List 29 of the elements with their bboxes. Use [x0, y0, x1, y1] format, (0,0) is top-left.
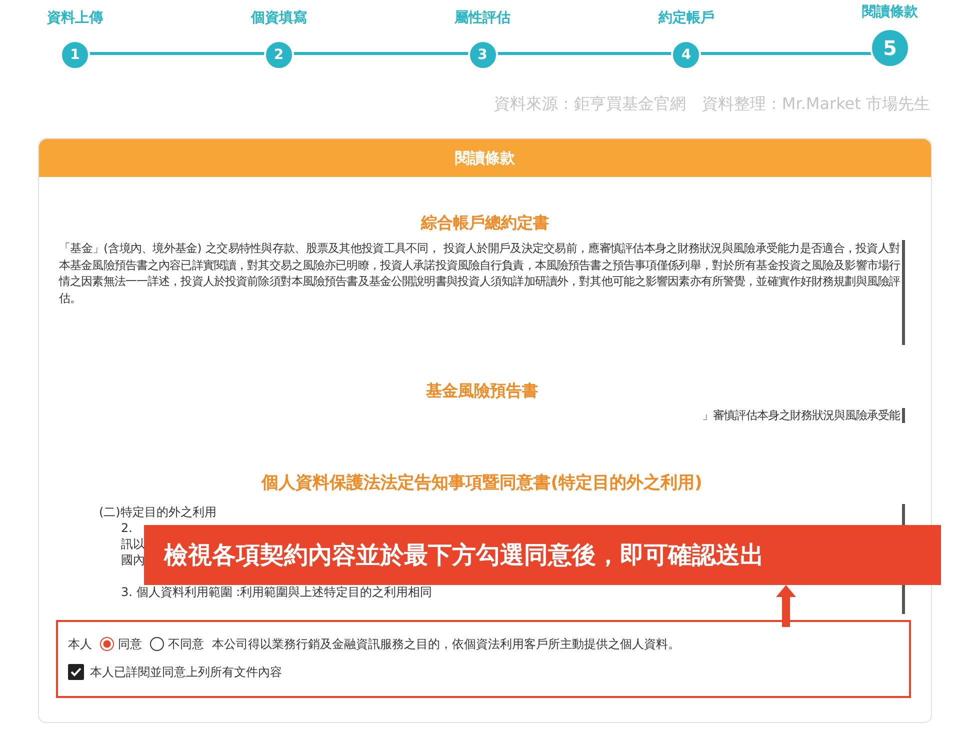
step-number: 5: [870, 28, 910, 68]
step-number: 3: [468, 40, 498, 70]
step-label: 個資填寫: [250, 8, 307, 28]
step-label: 約定帳戶: [658, 8, 714, 28]
terms-line: 國內: [121, 552, 145, 568]
step-number: 2: [264, 40, 294, 70]
radio-option[interactable]: 同意: [100, 636, 142, 652]
consent-prefix: 本人: [68, 636, 92, 652]
step-label: 資料上傳: [47, 9, 103, 28]
terms-line: 2.: [121, 520, 132, 536]
card-header: 閱讀條款: [39, 139, 931, 177]
step-label: 閱讀條款: [862, 3, 918, 22]
step-number: 1: [60, 40, 90, 70]
section-title: 基金風險預告書: [425, 381, 539, 402]
consent-statement: 本公司得以業務行銷及金融資訊服務之目的，依個資法利用客戶所主動提供之個人資料。: [212, 636, 680, 652]
terms-paragraph: 「基金」(含境內、境外基金) 之交易特性與存款、股票及其他投資工具不同， 投資人於開戶及決定交易前，應審慎評估本身之財務狀況與風險承受能力是否適合，投資人對本基金風險預告書之內容已詳實閱讀，對其交易之風險亦已明瞭，投資人承諾投資風險自行負責，本風險預告書之預告事項僅係列舉，對於所有基金投資之風險及影響市場行情之因素無法一一詳述，投資人於投資前除須對本風險預告書及基金公開說明書與投資人須知詳加研讀外，對其他可能之影響因素亦有所警覺，並確實作好財務規劃與風險評估。: [59, 240, 900, 306]
section-title: 綜合帳戶總約定書: [420, 213, 550, 234]
source-note: 資料來源：鉅亨買基金官網 資料整理：Mr.Market 市場先生: [492, 93, 931, 115]
callout-banner: 檢視各項契約內容並於最下方勾選同意後，即可確認送出: [144, 525, 941, 585]
checkbox-icon[interactable]: [68, 664, 84, 680]
radio-option[interactable]: 不同意: [150, 636, 204, 652]
cut-text-line: 」審慎評估本身之財務狀況與風險承受能: [59, 408, 905, 423]
terms-line: 3. 個人資料利用範圍 :利用範圍與上述特定目的之利用相同: [121, 584, 432, 600]
step-label: 屬性評估: [454, 9, 510, 28]
step-number: 4: [671, 40, 702, 70]
section-title: 個人資料保護法法定告知事項暨同意書(特定目的外之利用): [260, 472, 704, 494]
terms-line: 訊以: [121, 536, 145, 552]
agree-checkbox[interactable]: 本人已詳閱並同意上列所有文件內容: [68, 658, 899, 686]
terms-line: (二)特定目的外之利用: [99, 504, 216, 520]
